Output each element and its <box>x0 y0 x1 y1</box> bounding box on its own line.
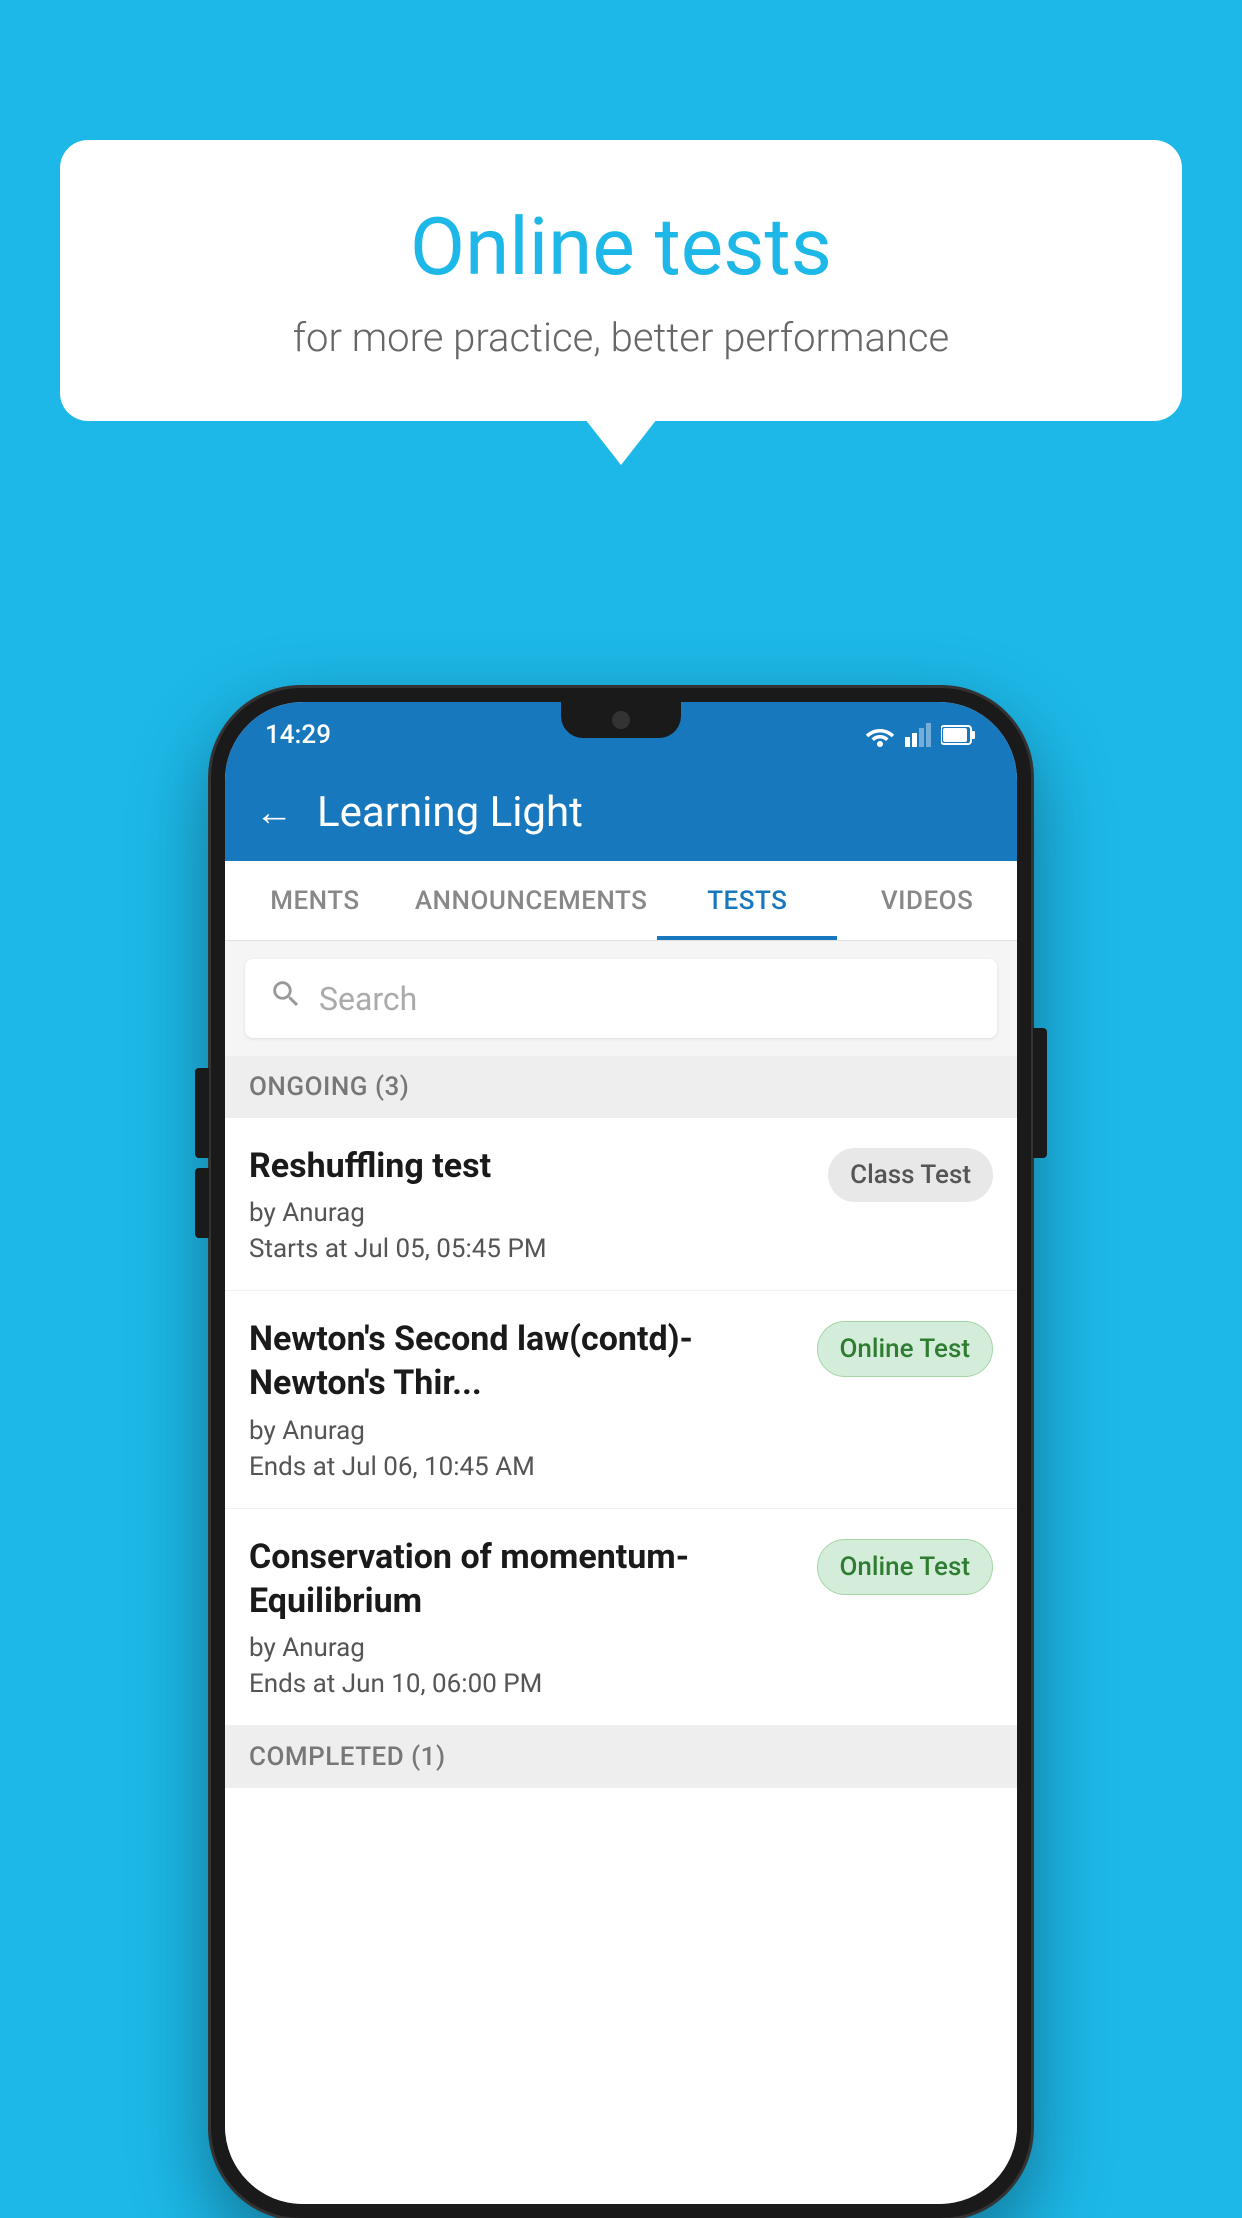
search-container: Search <box>225 941 1017 1056</box>
ongoing-label: ONGOING (3) <box>249 1072 409 1102</box>
completed-label: COMPLETED (1) <box>249 1742 446 1772</box>
search-placeholder-text: Search <box>319 980 417 1018</box>
test-list: Reshuffling test by Anurag Starts at Jul… <box>225 1118 1017 2204</box>
search-bar[interactable]: Search <box>245 959 997 1038</box>
tab-bar: MENTS ANNOUNCEMENTS TESTS VIDEOS <box>225 861 1017 941</box>
test-name-2: Newton's Second law(contd)-Newton's Thir… <box>249 1317 797 1405</box>
tab-videos[interactable]: VIDEOS <box>837 861 1017 940</box>
test-item-reshuffling[interactable]: Reshuffling test by Anurag Starts at Jul… <box>225 1118 1017 1291</box>
test-info-2: Newton's Second law(contd)-Newton's Thir… <box>249 1317 817 1481</box>
test-author-1: by Anurag <box>249 1198 808 1228</box>
signal-icon <box>905 723 931 747</box>
back-button[interactable]: ← <box>255 791 293 835</box>
speech-bubble: Online tests for more practice, better p… <box>60 140 1182 421</box>
test-info-1: Reshuffling test by Anurag Starts at Jul… <box>249 1144 828 1264</box>
speech-bubble-container: Online tests for more practice, better p… <box>60 140 1182 421</box>
test-item-conservation[interactable]: Conservation of momentum-Equilibrium by … <box>225 1509 1017 1726</box>
test-badge-1: Class Test <box>828 1148 993 1202</box>
test-author-2: by Anurag <box>249 1416 797 1446</box>
test-date-1: Starts at Jul 05, 05:45 PM <box>249 1234 808 1264</box>
test-date-2: Ends at Jul 06, 10:45 AM <box>249 1452 797 1482</box>
phone-screen: 14:29 <box>225 702 1017 2204</box>
tab-announcements[interactable]: ANNOUNCEMENTS <box>405 861 658 940</box>
tab-ments[interactable]: MENTS <box>225 861 405 940</box>
test-info-3: Conservation of momentum-Equilibrium by … <box>249 1535 817 1699</box>
status-icons <box>865 723 977 747</box>
battery-icon <box>941 724 977 746</box>
status-time: 14:29 <box>265 720 331 750</box>
test-badge-2: Online Test <box>817 1321 994 1377</box>
phone-notch <box>561 702 681 738</box>
volume-button <box>195 1168 209 1238</box>
phone-frame: 14:29 <box>211 688 1031 2218</box>
test-name-1: Reshuffling test <box>249 1144 808 1188</box>
wifi-icon <box>865 723 895 747</box>
test-item-newton[interactable]: Newton's Second law(contd)-Newton's Thir… <box>225 1291 1017 1508</box>
test-badge-3: Online Test <box>817 1539 994 1595</box>
speech-bubble-subtitle: for more practice, better performance <box>140 314 1102 361</box>
test-name-3: Conservation of momentum-Equilibrium <box>249 1535 797 1623</box>
app-title: Learning Light <box>317 788 583 837</box>
tab-tests[interactable]: TESTS <box>657 861 837 940</box>
speech-bubble-title: Online tests <box>140 200 1102 294</box>
test-date-3: Ends at Jun 10, 06:00 PM <box>249 1669 797 1699</box>
app-header: ← Learning Light <box>225 764 1017 861</box>
test-author-3: by Anurag <box>249 1633 797 1663</box>
completed-section-header: COMPLETED (1) <box>225 1726 1017 1788</box>
search-icon <box>269 977 303 1020</box>
ongoing-section-header: ONGOING (3) <box>225 1056 1017 1118</box>
